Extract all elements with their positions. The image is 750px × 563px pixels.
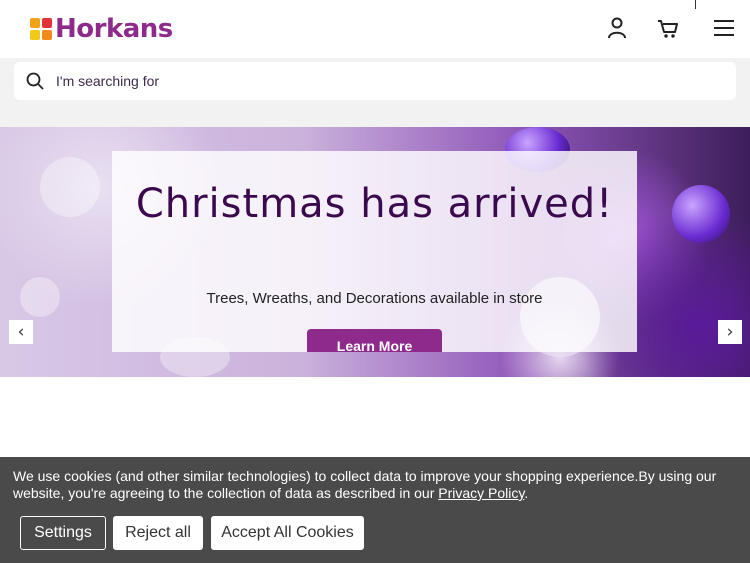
content-area (0, 377, 750, 457)
banner-subtitle: Trees, Wreaths, and Decorations availabl… (206, 290, 543, 307)
carousel-prev-button[interactable]: ‹ (9, 320, 33, 344)
search-icon[interactable] (26, 72, 44, 90)
hero-carousel: Christmas has arrived! Trees, Wreaths, a… (0, 127, 750, 377)
search-input[interactable] (56, 62, 716, 100)
cookie-message: We use cookies (and other similar techno… (13, 468, 743, 502)
accept-all-cookies-button[interactable]: Accept All Cookies (211, 516, 364, 550)
cookie-settings-button[interactable]: Settings (20, 516, 106, 550)
bokeh-light (40, 157, 100, 217)
banner-title: Christmas has arrived! (135, 181, 614, 227)
reject-all-button[interactable]: Reject all (113, 516, 203, 550)
privacy-policy-link[interactable]: Privacy Policy (438, 485, 524, 501)
site-header: Horkans (0, 0, 750, 58)
search-bar (14, 62, 736, 100)
learn-more-button[interactable]: Learn More (307, 329, 442, 354)
ornament-bauble (672, 185, 730, 243)
cookie-message-text: We use cookies (and other similar techno… (13, 468, 717, 501)
brand-name: Horkans (55, 14, 173, 44)
carousel-next-button[interactable]: › (718, 320, 742, 344)
cookie-message-end: . (524, 485, 529, 501)
user-icon[interactable] (606, 16, 628, 40)
banner-text-panel: Christmas has arrived! Trees, Wreaths, a… (112, 151, 637, 354)
logo-mark-icon (30, 18, 52, 40)
divider (695, 0, 696, 9)
cookie-consent-banner: We use cookies (and other similar techno… (0, 457, 750, 563)
brand-logo[interactable]: Horkans (30, 14, 173, 44)
hamburger-menu-icon[interactable] (713, 16, 735, 40)
cart-icon[interactable] (657, 16, 679, 40)
bokeh-light (20, 277, 60, 317)
